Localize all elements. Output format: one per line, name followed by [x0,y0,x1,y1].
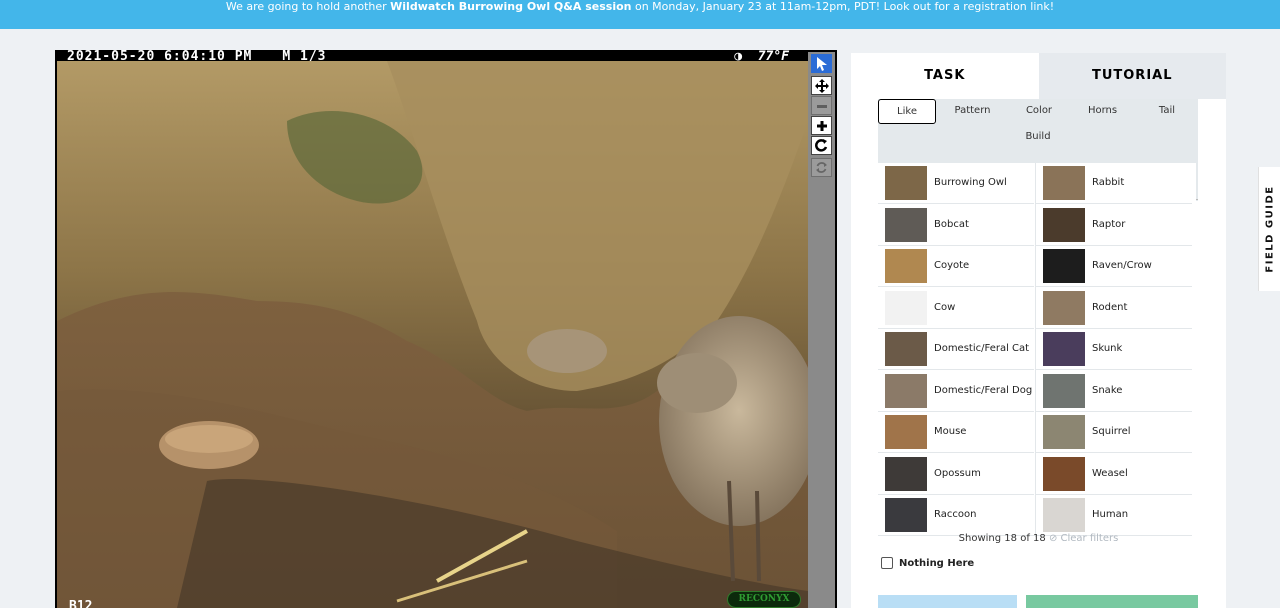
rotate-icon[interactable] [811,136,832,155]
species-thumbnail [885,456,927,491]
species-choice-skunk[interactable]: Skunk [1036,329,1192,370]
species-thumbnail [885,290,927,325]
annotate-icon[interactable] [811,54,832,73]
species-label: Rodent [1092,301,1128,313]
filter-build[interactable]: Build [998,125,1078,150]
results-count: Showing 18 of 18 ⊘ Clear filters [851,533,1226,544]
rotate-arrow-icon [815,139,828,152]
species-label: Skunk [1092,343,1123,354]
banner-prefix: We are going to hold another [225,0,391,13]
field-guide-button[interactable]: FIELD GUIDE [1258,167,1280,291]
species-label: Snake [1092,384,1123,396]
reset-icon[interactable] [811,158,832,177]
species-choice-bobcat[interactable]: Bobcat [878,205,1034,246]
nothing-here-checkbox[interactable] [881,557,893,569]
clear-filters-link[interactable]: ⊘ Clear filters [1049,533,1118,544]
tab-bar: TASK TUTORIAL [851,53,1226,99]
nothing-here-option[interactable]: Nothing Here [881,557,974,569]
species-choice-weasel[interactable]: Weasel [1036,454,1192,495]
species-label: Raven/Crow [1092,260,1152,271]
species-choice-squirrel[interactable]: Squirrel [1036,412,1192,453]
filter-tail[interactable]: Tail [1136,99,1198,124]
classifier-panel: TASK TUTORIAL Like Pattern Color Horns T… [851,53,1226,608]
species-choice-opossum[interactable]: Opossum [878,454,1034,495]
species-thumbnail [885,498,927,532]
species-thumbnail [1043,290,1085,325]
tab-tutorial[interactable]: TUTORIAL [1038,53,1226,99]
primary-action-button[interactable] [1026,595,1198,608]
secondary-action-button[interactable] [878,595,1017,608]
field-guide-label: FIELD GUIDE [1264,185,1276,273]
species-thumbnail [885,166,927,200]
species-thumbnail [1043,415,1085,449]
minus-icon [816,104,827,108]
species-choice-raccoon[interactable]: Raccoon [878,495,1034,536]
species-choice-coyote[interactable]: Coyote [878,246,1034,287]
camera-id: B12 [69,599,93,608]
species-choice-human[interactable]: Human [1036,495,1192,536]
species-label: Cow [934,301,956,313]
move-icon[interactable] [811,76,832,95]
species-choice-rodent[interactable]: Rodent [1036,288,1192,329]
species-thumbnail [885,373,927,408]
species-choice-snake[interactable]: Snake [1036,371,1192,412]
filter-pattern[interactable]: Pattern [936,99,1009,124]
banner-link[interactable]: Wildwatch Burrowing Owl Q&A session [390,0,631,13]
tab-task[interactable]: TASK [851,53,1039,99]
species-thumbnail [1043,456,1085,491]
camera-trap-photo [57,61,808,608]
species-thumbnail [1043,332,1085,366]
species-choice-burrowing-owl[interactable]: Burrowing Owl [878,163,1034,204]
species-choice-domestic-feral-cat[interactable]: Domestic/Feral Cat [878,329,1034,370]
plus-icon [816,120,827,131]
species-thumbnail [1043,207,1085,242]
species-choice-cow[interactable]: Cow [878,288,1034,329]
species-thumbnail [885,415,927,449]
image-toolbar [808,52,835,608]
species-label: Domestic/Feral Dog [934,384,1033,396]
showing-text: Showing 18 of 18 [958,533,1046,544]
species-choice-mouse[interactable]: Mouse [878,412,1034,453]
species-choice-rabbit[interactable]: Rabbit [1036,163,1192,204]
species-label: Human [1092,509,1129,520]
filter-color[interactable]: Color [1009,99,1069,124]
species-label: Rabbit [1092,177,1125,188]
subject-image[interactable] [57,61,808,608]
species-thumbnail [885,332,927,366]
filter-horns[interactable]: Horns [1069,99,1136,124]
species-thumbnail [1043,249,1085,283]
species-choice-raptor[interactable]: Raptor [1036,205,1192,246]
species-thumbnail [1043,166,1085,200]
reconyx-logo: RECONYX [727,591,801,608]
species-thumbnail [1043,498,1085,532]
species-label: Domestic/Feral Cat [934,343,1030,354]
cursor-arrow-icon [816,56,827,71]
species-label: Opossum [934,467,981,479]
nothing-here-label: Nothing Here [899,557,975,569]
species-label: Squirrel [1092,426,1131,437]
zoom-in-icon[interactable] [811,116,832,135]
banner-suffix: on Monday, January 23 at 11am-12pm, PDT!… [631,0,1055,13]
subject-viewer[interactable]: 2021-05-20 6:04:10 PM M 1/3 ◑ 77°F B12 R… [55,49,837,608]
species-label: Mouse [934,426,967,437]
reset-arrows-icon [816,162,827,173]
species-label: Raccoon [934,509,977,520]
species-choice-domestic-feral-dog[interactable]: Domestic/Feral Dog [878,371,1034,412]
announcement-banner: We are going to hold another Wildwatch B… [0,0,1280,29]
species-thumbnail [885,207,927,242]
species-label: Weasel [1092,467,1128,479]
zoom-out-icon[interactable] [811,96,832,115]
species-choice-grid: Burrowing Owl Rabbit Bobcat Raptor Coyote Rav… [878,163,1196,537]
filter-like[interactable]: Like [878,99,936,124]
species-label: Burrowing Owl [934,177,1007,188]
species-label: Coyote [934,260,970,271]
species-thumbnail [885,249,927,283]
move-arrows-icon [814,78,829,93]
species-label: Raptor [1092,218,1126,230]
species-thumbnail [1043,373,1085,408]
species-choice-raven-crow[interactable]: Raven/Crow [1036,246,1192,287]
species-label: Bobcat [934,218,969,230]
